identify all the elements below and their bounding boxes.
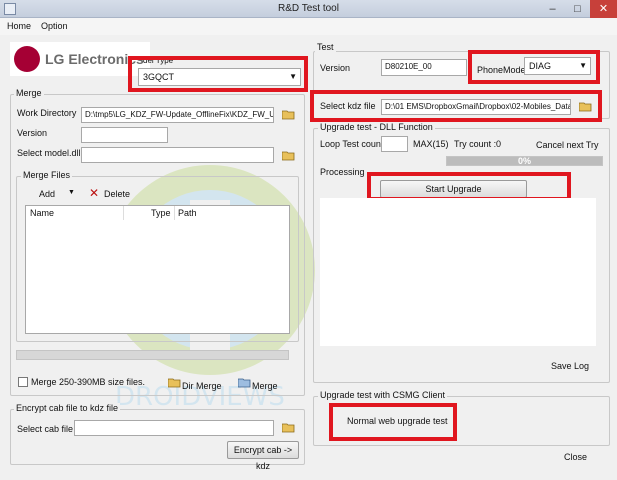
merge-group-title: Merge [14, 88, 44, 98]
merge-files-list[interactable]: Name Type Path [25, 205, 290, 334]
folder-open-icon[interactable] [282, 423, 295, 433]
chevron-down-icon: ▼ [579, 61, 587, 70]
model-type-select[interactable]: 3GQCT ▼ [138, 68, 301, 86]
start-upgrade-button[interactable]: Start Upgrade [380, 180, 527, 198]
phone-mode-select[interactable]: DIAG ▼ [524, 57, 591, 75]
save-log-button[interactable]: Save Log [551, 361, 589, 371]
menu-option[interactable]: Option [41, 21, 68, 31]
folder-open-icon[interactable] [579, 102, 592, 112]
merge-progress-bar [16, 350, 289, 360]
work-directory-label: Work Directory [17, 108, 77, 118]
dir-merge-button[interactable]: Dir Merge [182, 381, 222, 391]
column-header-name[interactable]: Name [26, 206, 124, 220]
work-directory-field[interactable]: D:\tmp5\LG_KDZ_FW-Update_OfflineFix\KDZ_… [81, 107, 274, 123]
encrypt-group-title: Encrypt cab file to kdz file [14, 403, 121, 413]
close-button[interactable]: Close [564, 452, 587, 462]
delete-x-icon[interactable]: ✕ [89, 186, 99, 200]
phone-mode-label: PhoneMode [477, 65, 526, 75]
minimize-button[interactable]: – [540, 0, 565, 18]
close-window-button[interactable]: ✕ [590, 0, 617, 18]
loop-test-label: Loop Test count [320, 139, 384, 149]
column-header-path[interactable]: Path [174, 206, 234, 220]
merge-version-label: Version [17, 128, 48, 138]
test-version-field[interactable]: D80210E_00 [381, 59, 467, 76]
merge-version-field[interactable] [81, 127, 168, 143]
select-model-dll-field[interactable] [81, 147, 274, 163]
delete-button[interactable]: Delete [104, 189, 130, 199]
merge-files-title: Merge Files [21, 170, 73, 180]
merge-button[interactable]: Merge [252, 381, 278, 391]
merge-icon[interactable] [238, 378, 251, 388]
select-kdz-field[interactable]: D:\01 EMS\DropboxGmail\Dropbox\02-Mobile… [381, 99, 571, 115]
select-cab-label: Select cab file [17, 424, 74, 434]
lg-logo-mark [14, 46, 40, 72]
select-kdz-label: Select kdz file [320, 101, 376, 111]
max-count-label: MAX(15) [413, 139, 449, 149]
select-model-dll-label: Select model.dll [17, 148, 81, 158]
cancel-next-try-button[interactable]: Cancel next Try [536, 140, 599, 150]
try-count-value: 0 [496, 139, 502, 149]
select-cab-field[interactable] [74, 420, 274, 436]
upgrade-progress-text: 0% [517, 156, 531, 166]
try-count-label: Try count : [454, 139, 497, 149]
loop-test-field[interactable] [381, 136, 408, 152]
test-group-title: Test [315, 42, 336, 52]
folder-open-icon[interactable] [282, 110, 295, 120]
add-button[interactable]: Add [39, 189, 55, 199]
menu-bar: Home Option [0, 18, 617, 35]
title-bar: R&D Test tool – □ ✕ [0, 0, 617, 18]
processing-label: Processing [320, 167, 365, 177]
add-dropdown-icon[interactable]: ▼ [68, 189, 75, 196]
upgrade-progress-bar: 0% [446, 156, 603, 166]
model-type-value: 3GQCT [143, 72, 175, 82]
test-version-label: Version [320, 63, 351, 73]
lg-logo-text: LG Electronics [45, 51, 144, 67]
window-title: R&D Test tool [278, 3, 339, 14]
lg-logo: LG Electronics [10, 42, 150, 76]
maximize-button[interactable]: □ [565, 0, 590, 18]
merge-size-checkbox-label: Merge 250-390MB size files. [31, 377, 146, 387]
upgrade-test-title: Upgrade test - DLL Function [318, 122, 435, 132]
csmg-group-title: Upgrade test with CSMG Client [318, 390, 448, 400]
processing-log-area[interactable] [320, 198, 596, 346]
dir-merge-icon[interactable] [168, 378, 181, 388]
column-header-type[interactable]: Type [147, 206, 175, 220]
normal-web-upgrade-button[interactable]: Normal web upgrade test [347, 416, 448, 426]
chevron-down-icon: ▼ [289, 72, 297, 81]
model-type-label: del Type [143, 56, 174, 65]
merge-size-checkbox[interactable] [18, 377, 28, 387]
menu-home[interactable]: Home [7, 21, 31, 31]
encrypt-cab-button[interactable]: Encrypt cab -> kdz [227, 441, 299, 471]
folder-open-icon[interactable] [282, 151, 295, 161]
phone-mode-value: DIAG [529, 61, 552, 71]
